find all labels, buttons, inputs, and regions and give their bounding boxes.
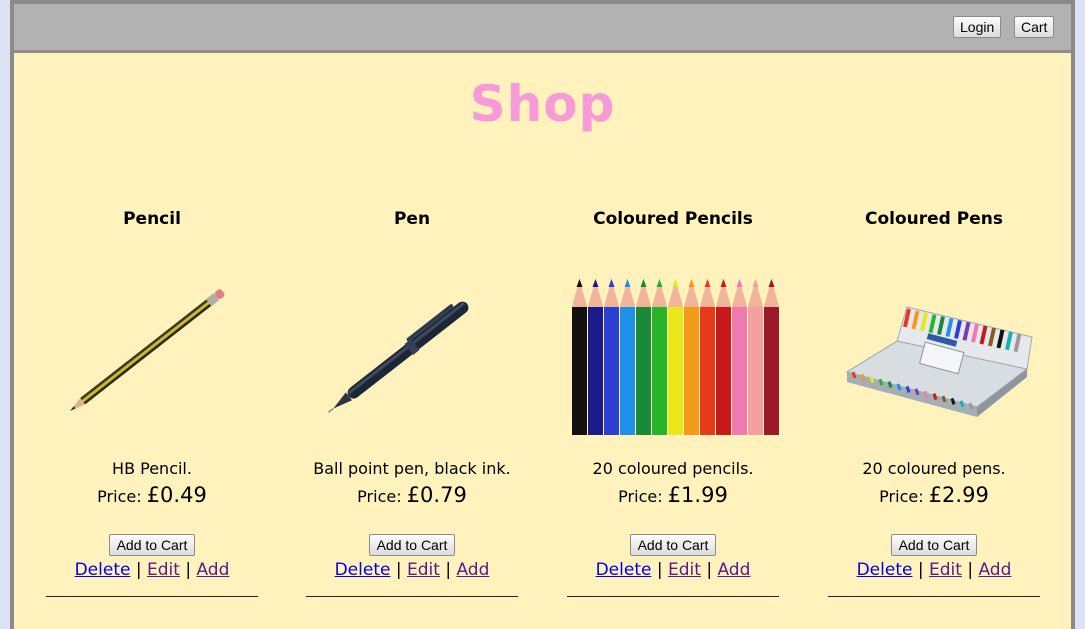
price-label: Price: — [97, 487, 142, 506]
coloured-pens-image — [827, 257, 1041, 437]
product-name: Pen — [393, 209, 431, 229]
add-link[interactable]: Add — [196, 560, 229, 580]
product-price: Price: £0.79 — [305, 480, 519, 512]
price-label: Price: — [618, 487, 663, 506]
divider — [46, 596, 258, 597]
delete-link[interactable]: Delete — [335, 560, 391, 580]
product-description: 20 coloured pencils. — [592, 459, 754, 478]
product-admin-links: Delete | Edit | Add — [856, 560, 1012, 580]
add-to-cart-button[interactable]: Add to Cart — [629, 534, 717, 556]
price-label: Price: — [357, 487, 402, 506]
add-link[interactable]: Add — [978, 560, 1011, 580]
add-link[interactable]: Add — [717, 560, 750, 580]
price-value: £2.99 — [928, 483, 989, 507]
add-to-cart-button[interactable]: Add to Cart — [108, 534, 196, 556]
product-admin-links: Delete | Edit | Add — [74, 560, 230, 580]
top-bar: Login Cart — [14, 4, 1071, 52]
edit-link[interactable]: Edit — [668, 560, 701, 580]
edit-link[interactable]: Edit — [407, 560, 440, 580]
edit-link[interactable]: Edit — [929, 560, 962, 580]
product-card-pencil: Pencil HB Pencil. Price: £0.49 Add to Ca… — [45, 203, 259, 597]
price-value: £0.79 — [406, 483, 467, 507]
product-admin-links: Delete | Edit | Add — [595, 560, 751, 580]
delete-link[interactable]: Delete — [857, 560, 913, 580]
product-description: HB Pencil. — [112, 459, 192, 478]
product-card-pen: Pen Ball point pen, black ink. Price: £0… — [305, 203, 519, 597]
product-admin-links: Delete | Edit | Add — [334, 560, 490, 580]
product-price: Price: £0.49 — [45, 480, 259, 512]
delete-link[interactable]: Delete — [596, 560, 652, 580]
product-description: Ball point pen, black ink. — [313, 459, 511, 478]
divider — [567, 596, 779, 597]
edit-link[interactable]: Edit — [147, 560, 180, 580]
add-to-cart-button[interactable]: Add to Cart — [890, 534, 978, 556]
shop-content: Shop Pencil HB Pencil. Price: £0.49 Add … — [14, 53, 1071, 629]
add-to-cart-button[interactable]: Add to Cart — [368, 534, 456, 556]
product-price: Price: £2.99 — [827, 480, 1041, 512]
product-name: Coloured Pens — [865, 209, 1003, 229]
delete-link[interactable]: Delete — [75, 560, 131, 580]
product-name: Pencil — [123, 209, 181, 229]
pencil-image — [45, 257, 259, 437]
price-value: £0.49 — [146, 483, 207, 507]
app-frame: Login Cart Shop Pencil HB Pencil. Price:… — [10, 0, 1075, 629]
product-price: Price: £1.99 — [566, 480, 780, 512]
add-link[interactable]: Add — [456, 560, 489, 580]
divider — [828, 596, 1040, 597]
divider — [306, 596, 518, 597]
page-title: Shop — [469, 75, 616, 133]
product-name: Coloured Pencils — [593, 209, 753, 229]
cart-button[interactable]: Cart — [1014, 16, 1055, 38]
pen-image — [305, 257, 519, 437]
product-card-coloured-pencils: Coloured Pencils 20 coloured pencils. Pr… — [566, 203, 780, 597]
product-description: 20 coloured pens. — [862, 459, 1006, 478]
price-label: Price: — [879, 487, 924, 506]
product-card-coloured-pens: Coloured Pens 20 coloured pens. Price: £… — [827, 203, 1041, 597]
price-value: £1.99 — [667, 483, 728, 507]
login-button[interactable]: Login — [953, 16, 1002, 38]
coloured-pencils-image — [566, 257, 780, 437]
